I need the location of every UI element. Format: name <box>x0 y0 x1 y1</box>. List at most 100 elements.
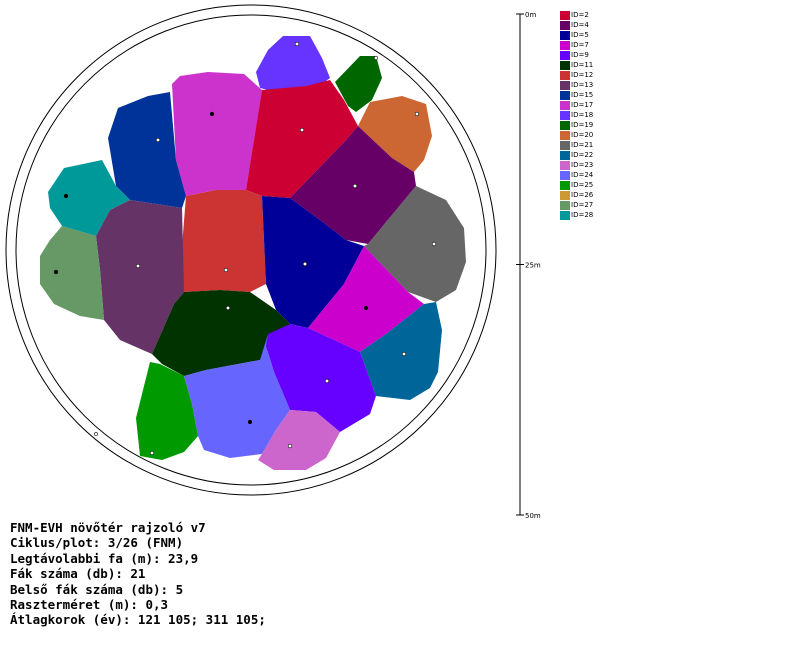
tree-marker <box>135 263 141 269</box>
legend-label: ID=20 <box>571 131 594 139</box>
legend-swatch <box>560 30 570 40</box>
legend-swatch <box>560 120 570 130</box>
tree-marker <box>401 351 407 357</box>
legend-item: ID=20 <box>560 130 593 140</box>
legend-swatch <box>560 80 570 90</box>
legend-swatch <box>560 50 570 60</box>
legend-item: ID=27 <box>560 200 593 210</box>
legend: ID=2 ID=4 ID=5 ID=7 ID=9 ID=11 ID=12 ID=13 ID=15… <box>560 10 593 220</box>
legend-item: ID=11 <box>560 60 593 70</box>
tree-marker <box>294 41 300 47</box>
tree-marker <box>363 305 369 311</box>
legend-swatch <box>560 130 570 140</box>
tree-count-text: Fák száma (db): 21 <box>10 566 146 582</box>
legend-label: ID=15 <box>571 91 594 99</box>
legend-swatch <box>560 70 570 80</box>
legend-item: ID=17 <box>560 100 593 110</box>
legend-swatch <box>560 60 570 70</box>
voronoi-cells <box>40 36 466 470</box>
legend-item: ID=7 <box>560 40 593 50</box>
legend-label: ID=2 <box>571 11 589 19</box>
legend-label: ID=7 <box>571 41 589 49</box>
legend-label: ID=25 <box>571 181 594 189</box>
legend-swatch <box>560 140 570 150</box>
crown-cell-id-18 <box>256 36 330 90</box>
legend-swatch <box>560 200 570 210</box>
tree-marker <box>352 183 358 189</box>
legend-label: ID=17 <box>571 101 594 109</box>
legend-swatch <box>560 150 570 160</box>
scale-tick-label: 50m <box>525 512 541 520</box>
legend-label: ID=26 <box>571 191 594 199</box>
legend-label: ID=23 <box>571 161 594 169</box>
tree-marker <box>287 443 293 449</box>
farthest-tree-text: Legtávolabbi fa (m): 23,9 <box>10 550 199 566</box>
tree-marker <box>223 267 229 273</box>
legend-swatch <box>560 210 570 220</box>
legend-swatch <box>560 100 570 110</box>
legend-item: ID=19 <box>560 120 593 130</box>
legend-label: ID=12 <box>571 71 594 79</box>
tree-marker <box>414 111 420 117</box>
legend-label: ID=24 <box>571 171 594 179</box>
legend-item: ID=15 <box>560 90 593 100</box>
legend-label: ID=13 <box>571 81 594 89</box>
crown-cell-id-12 <box>180 190 266 292</box>
legend-swatch <box>560 110 570 120</box>
mean-age-text: Átlagkorok (év): 121 105; 311 105; <box>10 612 266 628</box>
legend-item: ID=26 <box>560 190 593 200</box>
legend-item: ID=23 <box>560 160 593 170</box>
tree-marker <box>209 111 215 117</box>
tree-marker <box>431 241 437 247</box>
cycle-plot-text: Ciklus/plot: 3/26 (FNM) <box>10 535 184 551</box>
legend-swatch <box>560 170 570 180</box>
legend-label: ID=18 <box>571 111 594 119</box>
tree-marker <box>155 137 161 143</box>
legend-label: ID=28 <box>571 211 594 219</box>
legend-swatch <box>560 190 570 200</box>
tree-marker <box>299 127 305 133</box>
legend-item: ID=22 <box>560 150 593 160</box>
tree-marker <box>53 269 59 275</box>
info-panel: FNM-EVH növőtér rajzoló v7 Ciklus/plot: … <box>10 520 266 628</box>
legend-item: ID=4 <box>560 20 593 30</box>
legend-item: ID=18 <box>560 110 593 120</box>
legend-label: ID=11 <box>571 61 594 69</box>
legend-label: ID=9 <box>571 51 589 59</box>
legend-item: ID=9 <box>560 50 593 60</box>
tree-marker <box>63 193 69 199</box>
tree-marker <box>302 261 308 267</box>
legend-item: ID=2 <box>560 10 593 20</box>
inner-tree-count-text: Belső fák száma (db): 5 <box>10 581 184 597</box>
scale-bar: 0m 25m 50m <box>516 11 541 520</box>
legend-item: ID=5 <box>560 30 593 40</box>
legend-label: ID=4 <box>571 21 589 29</box>
legend-swatch <box>560 90 570 100</box>
tree-marker <box>94 432 98 436</box>
legend-label: ID=22 <box>571 151 594 159</box>
tree-marker <box>324 378 330 384</box>
scale-tick-label: 0m <box>525 11 536 19</box>
tree-marker <box>225 305 231 311</box>
legend-swatch <box>560 180 570 190</box>
crown-cell-id-27 <box>40 226 104 320</box>
tree-marker <box>373 55 379 61</box>
legend-label: ID=5 <box>571 31 589 39</box>
legend-swatch <box>560 20 570 30</box>
legend-swatch <box>560 40 570 50</box>
tree-marker <box>149 450 155 456</box>
legend-item: ID=28 <box>560 210 593 220</box>
raster-size-text: Raszterméret (m): 0,3 <box>10 597 169 613</box>
legend-label: ID=19 <box>571 121 594 129</box>
tree-marker <box>247 419 253 425</box>
scale-tick-label: 25m <box>525 262 541 270</box>
legend-item: ID=12 <box>560 70 593 80</box>
legend-item: ID=25 <box>560 180 593 190</box>
legend-label: ID=27 <box>571 201 594 209</box>
legend-item: ID=13 <box>560 80 593 90</box>
legend-swatch <box>560 10 570 20</box>
app-title: FNM-EVH növőtér rajzoló v7 <box>10 520 206 535</box>
legend-swatch <box>560 160 570 170</box>
legend-item: ID=24 <box>560 170 593 180</box>
legend-label: ID=21 <box>571 141 594 149</box>
